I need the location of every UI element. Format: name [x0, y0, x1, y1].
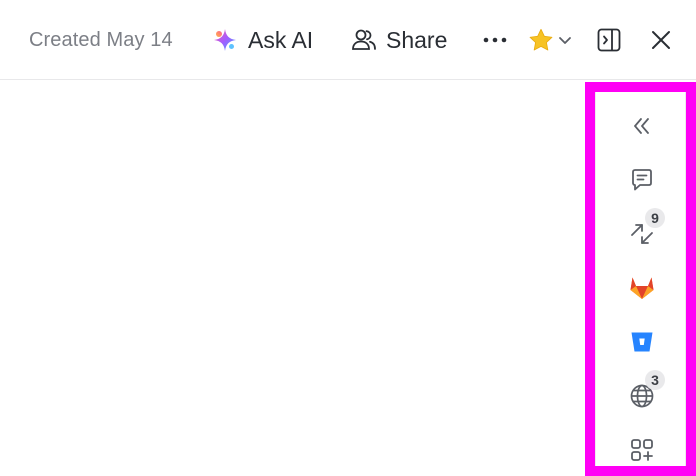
favorite-button[interactable] — [528, 0, 572, 80]
content-area — [0, 81, 585, 476]
share-people-icon — [352, 29, 376, 50]
comment-icon — [631, 169, 652, 191]
right-sidebar-rail: 9 3 — [585, 82, 696, 476]
close-icon — [652, 31, 670, 49]
sidebar-panel-icon — [597, 28, 621, 52]
close-button[interactable] — [650, 0, 672, 80]
created-date: Created May 14 — [29, 28, 173, 51]
more-horizontal-icon — [483, 37, 507, 43]
ai-sparkle-icon — [214, 29, 236, 51]
share-label: Share — [386, 26, 448, 53]
rail-item-bitbucket[interactable] — [596, 325, 687, 359]
star-icon — [529, 28, 553, 50]
rail-panel: 9 3 — [595, 92, 686, 466]
rail-item-collapse[interactable] — [596, 109, 687, 143]
toggle-sidebar-button[interactable] — [596, 0, 622, 80]
rail-item-add-apps[interactable] — [596, 433, 687, 467]
chevron-down-icon[interactable] — [558, 36, 572, 45]
rail-item-comments[interactable] — [596, 163, 687, 197]
top-toolbar: Created May 14 Ask AI Share — [0, 0, 696, 80]
collapse-double-chevron-icon — [633, 118, 649, 134]
relationships-count-badge: 9 — [645, 208, 665, 228]
rail-item-web-links[interactable]: 3 — [596, 370, 687, 413]
rail-item-relationships[interactable]: 9 — [596, 208, 687, 251]
web-links-count-badge: 3 — [645, 370, 665, 390]
ask-ai-label: Ask AI — [248, 26, 314, 53]
share-button[interactable]: Share — [351, 0, 447, 80]
more-options-button[interactable] — [483, 0, 509, 80]
gitlab-icon — [630, 277, 653, 299]
bitbucket-icon — [631, 332, 652, 352]
rail-item-gitlab[interactable] — [596, 271, 687, 305]
ask-ai-button[interactable]: Ask AI — [212, 0, 313, 80]
add-apps-icon — [630, 439, 653, 461]
